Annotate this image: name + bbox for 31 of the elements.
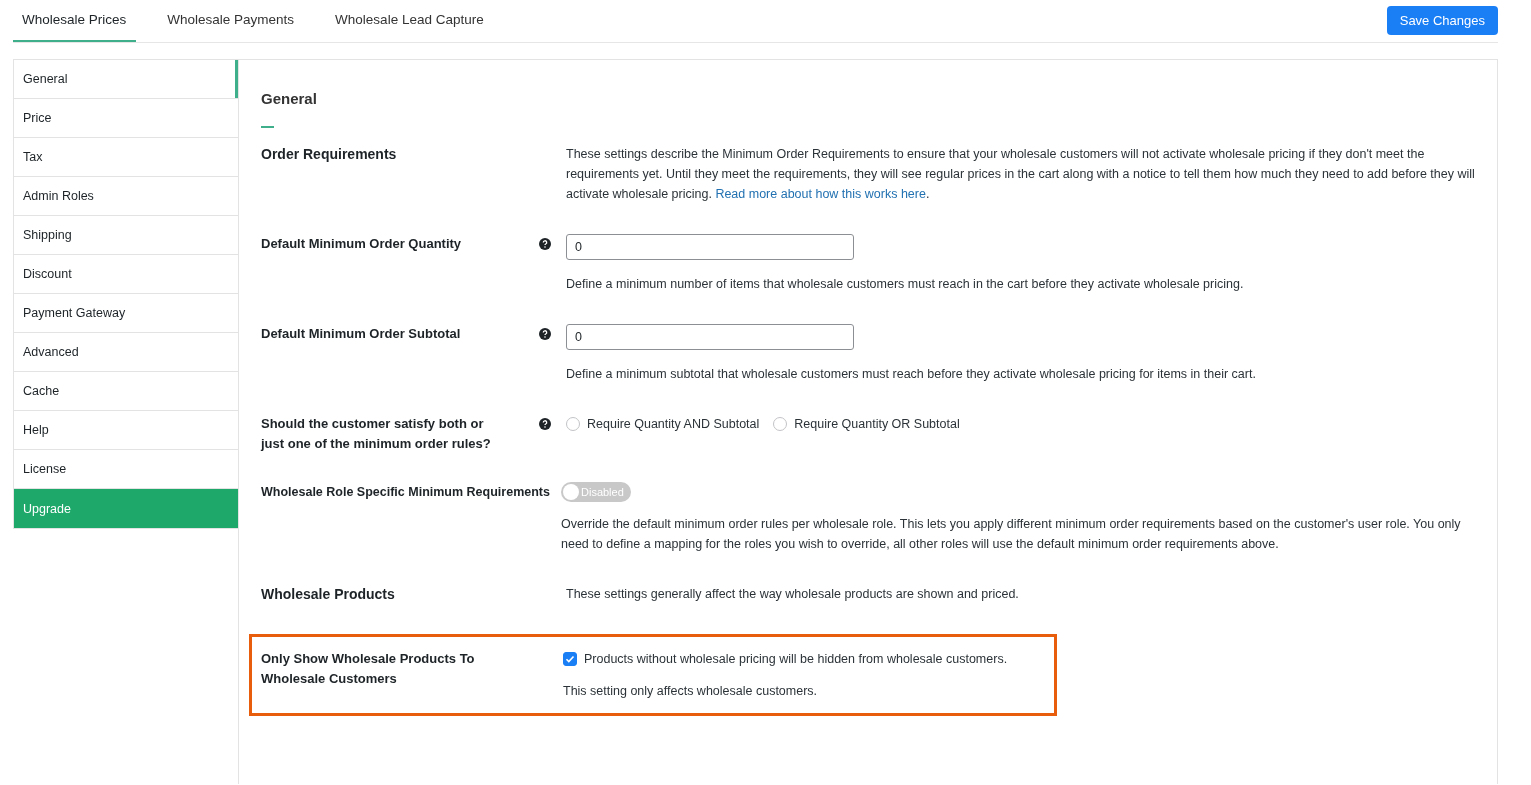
tab[interactable]: Wholesale Payments xyxy=(158,12,305,42)
sidebar-item[interactable]: General xyxy=(14,60,238,99)
section-description: These settings describe the Minimum Order Requirements to ensure that your wholesale customers will not activate wholesale pricing if they don't meet the requirements yet. Until they meet the requirements, they will see regular prices in the cart along with a notice to tell them how much they need to add before they will activate wholesale pricing. Read more about how this works here. xyxy=(566,146,1475,203)
checkbox[interactable] xyxy=(563,652,577,666)
field-description: Define a minimum number of items that wholesale customers must reach in the cart before they activate wholesale pricing. xyxy=(566,276,1245,293)
setting-label: Only Show Wholesale Products To Wholesale Customers xyxy=(261,650,476,688)
setting-label: Wholesale Products xyxy=(261,585,395,604)
help-icon[interactable] xyxy=(539,238,551,250)
radio-label: Require Quantity OR Subtotal xyxy=(794,416,960,433)
checkbox-label: Products without wholesale pricing will be hidden from wholesale customers. xyxy=(584,651,1008,668)
tab[interactable]: Wholesale Prices xyxy=(13,12,137,42)
section-description: These settings generally affect the way wholesale products are shown and priced. xyxy=(566,586,1020,603)
radio-label: Require Quantity AND Subtotal xyxy=(587,416,760,433)
panel-title: General xyxy=(261,90,317,107)
checkmark-icon xyxy=(565,654,575,664)
setting-label: Order Requirements xyxy=(261,145,397,164)
title-underline xyxy=(261,126,274,128)
save-changes-button[interactable]: Save Changes xyxy=(1386,6,1498,35)
help-icon[interactable] xyxy=(539,328,551,340)
tab[interactable]: Wholesale Lead Capture xyxy=(326,12,494,42)
setting-label: Default Minimum Order Quantity xyxy=(261,235,462,253)
read-more-link[interactable]: Read more about how this works here xyxy=(715,187,926,201)
number-field[interactable]: 0 xyxy=(566,324,854,350)
setting-label: Should the customer satisfy both or just one of the minimum order rules? xyxy=(261,415,492,453)
setting-label: Default Minimum Order Subtotal xyxy=(261,325,461,343)
help-icon[interactable] xyxy=(539,418,551,430)
setting-label: Wholesale Role Specific Minimum Requirements xyxy=(261,484,550,501)
toggle-description: Override the default minimum order rules per wholesale role. This lets you apply different minimum order requirements based on the customer's user role. You only need to define a mapping for the roles you wish to override, all other roles will use the default minimum order requirements above. xyxy=(561,516,1462,553)
number-field[interactable]: 0 xyxy=(566,234,854,260)
field-description: Define a minimum subtotal that wholesale customers must reach before they activate wholesale pricing for items in their cart. xyxy=(566,366,1257,383)
checkbox-description: This setting only affects wholesale customers. xyxy=(563,683,819,700)
